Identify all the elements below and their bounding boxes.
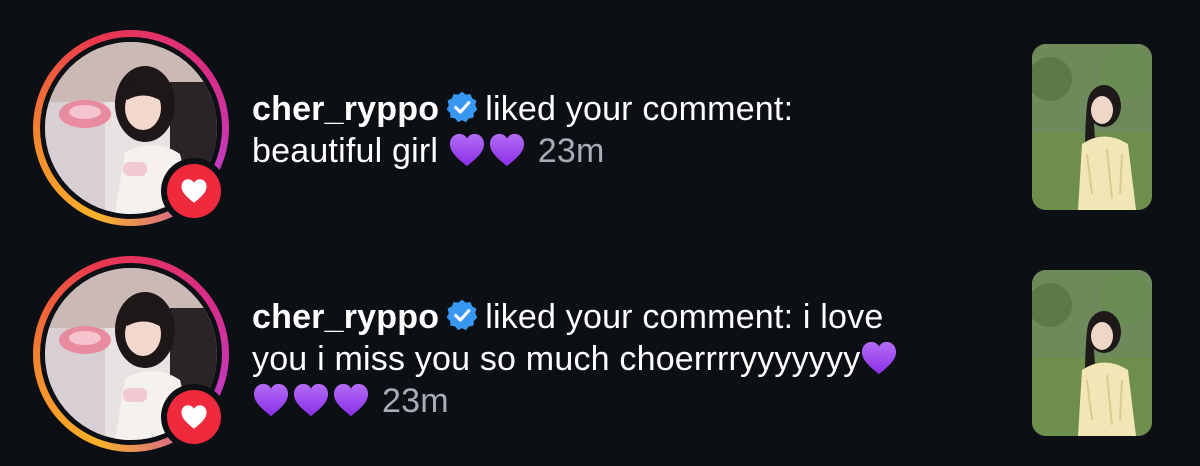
avatar[interactable]: [33, 30, 233, 230]
comment-text: beautiful girl: [252, 132, 439, 170]
notification-row[interactable]: cher_ryppo liked your comment: i love you…: [0, 256, 1200, 456]
notification-text: cher_ryppo liked your comment: beautiful …: [252, 88, 992, 172]
purple-heart-icon: [252, 382, 290, 418]
notification-text: cher_ryppo liked your comment: i love you…: [252, 296, 992, 422]
notification-row[interactable]: cher_ryppo liked your comment: beautiful …: [0, 30, 1200, 230]
notification-action: liked your comment: i love: [485, 298, 884, 336]
purple-heart-icon: [332, 382, 370, 418]
like-badge: [161, 158, 227, 224]
like-badge: [161, 384, 227, 450]
timestamp: 23m: [382, 382, 449, 420]
heart-icon: [179, 177, 209, 205]
username-link[interactable]: cher_ryppo: [252, 90, 439, 128]
purple-heart-icon: [488, 132, 526, 168]
verified-badge-icon: [445, 298, 479, 332]
purple-heart-icon: [292, 382, 330, 418]
avatar[interactable]: [33, 256, 233, 456]
post-thumbnail[interactable]: [1032, 270, 1152, 436]
purple-heart-icon: [448, 132, 486, 168]
purple-heart-icon: [860, 340, 898, 376]
timestamp: 23m: [537, 132, 605, 170]
comment-text: you i miss you so much choerrrryyyyyyy: [252, 340, 861, 378]
verified-badge-icon: [445, 90, 479, 124]
activity-feed: cher_ryppo liked your comment: beautiful …: [0, 0, 1200, 466]
notification-action: liked your comment:: [485, 90, 794, 128]
post-thumbnail[interactable]: [1032, 44, 1152, 210]
username-link[interactable]: cher_ryppo: [252, 298, 439, 336]
heart-icon: [179, 403, 209, 431]
